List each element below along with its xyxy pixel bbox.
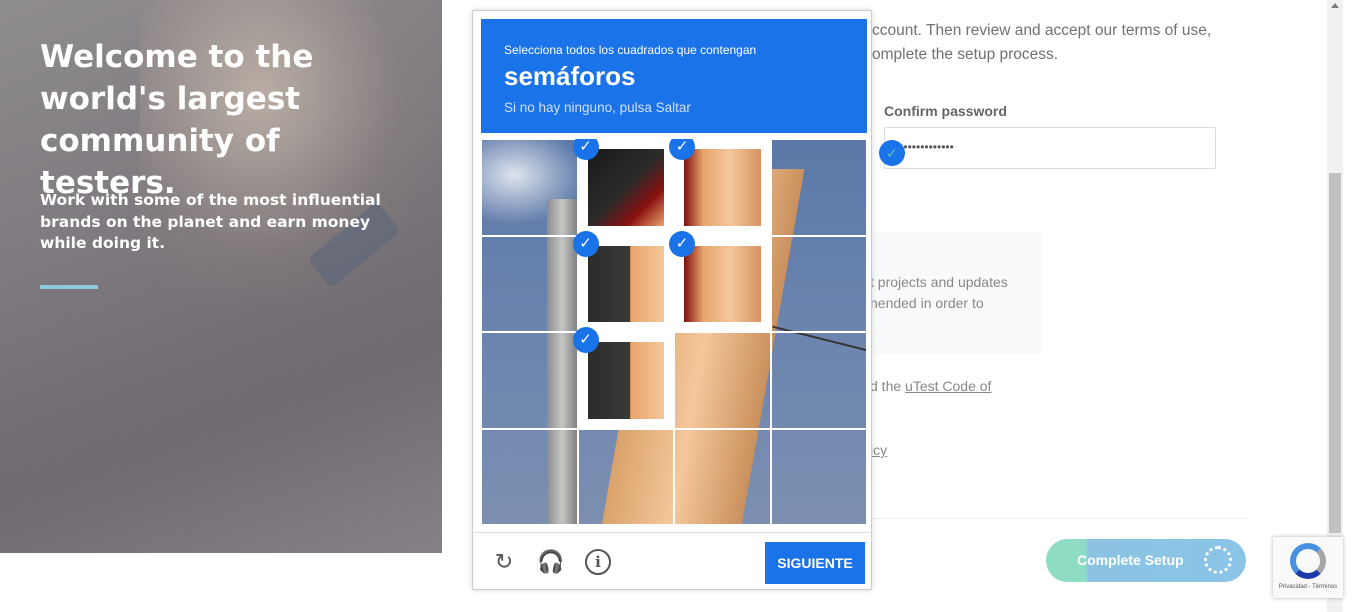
- confirm-password-label: Confirm password: [884, 103, 1007, 119]
- captcha-hint: Si no hay ninguno, pulsa Saltar: [504, 100, 691, 115]
- loading-spinner-icon: [1204, 546, 1232, 574]
- confirm-password-field[interactable]: •••••••••••••• ✓: [879, 127, 1216, 169]
- captcha-tile[interactable]: [674, 332, 771, 429]
- captcha-tile[interactable]: [481, 428, 578, 525]
- form-intro-line2: omplete the setup process.: [872, 46, 1059, 63]
- newsletter-line2: nended in order to: [870, 295, 984, 311]
- captcha-tile[interactable]: [770, 332, 867, 429]
- captcha-tile[interactable]: ✓: [572, 327, 674, 429]
- captcha-tile[interactable]: [770, 139, 867, 236]
- tile-selected-check-icon: ✓: [572, 230, 599, 257]
- reload-icon[interactable]: ↻: [490, 548, 518, 576]
- info-icon[interactable]: i: [585, 549, 611, 575]
- newsletter-text: t projects and updates nended in order t…: [870, 272, 1008, 314]
- captcha-tile[interactable]: [577, 428, 674, 525]
- scroll-up-arrow-icon[interactable]: [1331, 3, 1339, 8]
- captcha-tile[interactable]: [770, 235, 867, 332]
- captcha-tile[interactable]: ✓: [669, 230, 771, 332]
- form-intro-line1: ccount. Then review and accept our terms…: [872, 22, 1212, 39]
- tile-selected-check-icon: ✓: [669, 230, 695, 257]
- captcha-tile[interactable]: ✓: [572, 230, 674, 332]
- recaptcha-badge-text[interactable]: Privacidad - Términos: [1273, 584, 1343, 590]
- hero-panel: Welcome to the world's largest community…: [0, 0, 442, 553]
- captcha-tile-image: [587, 149, 664, 226]
- privacy-policy-link[interactable]: icy: [870, 442, 887, 458]
- captcha-tile[interactable]: [481, 332, 578, 429]
- tile-selected-check-icon: ✓: [572, 327, 599, 353]
- captcha-tile-image: [684, 245, 761, 322]
- complete-setup-label: Complete Setup: [1077, 552, 1184, 568]
- captcha-tile[interactable]: [770, 428, 867, 525]
- code-of-conduct-link[interactable]: uTest Code of: [905, 378, 991, 394]
- captcha-tile[interactable]: ✓: [669, 139, 771, 236]
- captcha-image-grid: ✓ ✓ ✓ ✓ ✓: [481, 139, 867, 525]
- page-scrollbar[interactable]: [1327, 0, 1343, 612]
- hero-title: Welcome to the world's largest community…: [40, 39, 314, 201]
- complete-setup-button[interactable]: Complete Setup: [1046, 539, 1246, 582]
- hero-accent-line: [40, 285, 98, 289]
- captcha-keyword: semáforos: [504, 61, 636, 91]
- next-button[interactable]: SIGUIENTE: [765, 542, 865, 584]
- captcha-tile-image: [587, 342, 664, 419]
- captcha-tile-image: [684, 149, 761, 226]
- recaptcha-badge[interactable]: Privacidad - Términos: [1273, 537, 1343, 598]
- captcha-footer: ↻ 🎧 i SIGUIENTE: [473, 532, 871, 589]
- captcha-challenge: Selecciona todos los cuadrados que conte…: [472, 10, 872, 590]
- valid-check-icon: ✓: [879, 140, 905, 166]
- captcha-header: Selecciona todos los cuadrados que conte…: [481, 19, 867, 133]
- captcha-tile[interactable]: [481, 139, 578, 236]
- form-divider: [842, 518, 1248, 519]
- captcha-tile[interactable]: [481, 235, 578, 332]
- captcha-instruction: Selecciona todos los cuadrados que conte…: [504, 43, 757, 57]
- headphones-icon[interactable]: 🎧: [537, 548, 565, 576]
- hero-subtitle: Work with some of the most influential b…: [40, 191, 381, 252]
- recaptcha-logo-icon: [1290, 543, 1326, 579]
- captcha-tile[interactable]: ✓: [572, 139, 674, 236]
- captcha-tile-image: [587, 245, 664, 322]
- newsletter-line1: t projects and updates: [870, 274, 1008, 290]
- code-of-conduct-text: d the uTest Code of: [870, 378, 991, 394]
- scrollbar-thumb[interactable]: [1329, 173, 1341, 533]
- captcha-tile[interactable]: [674, 428, 771, 525]
- code-prefix: d the: [870, 378, 906, 394]
